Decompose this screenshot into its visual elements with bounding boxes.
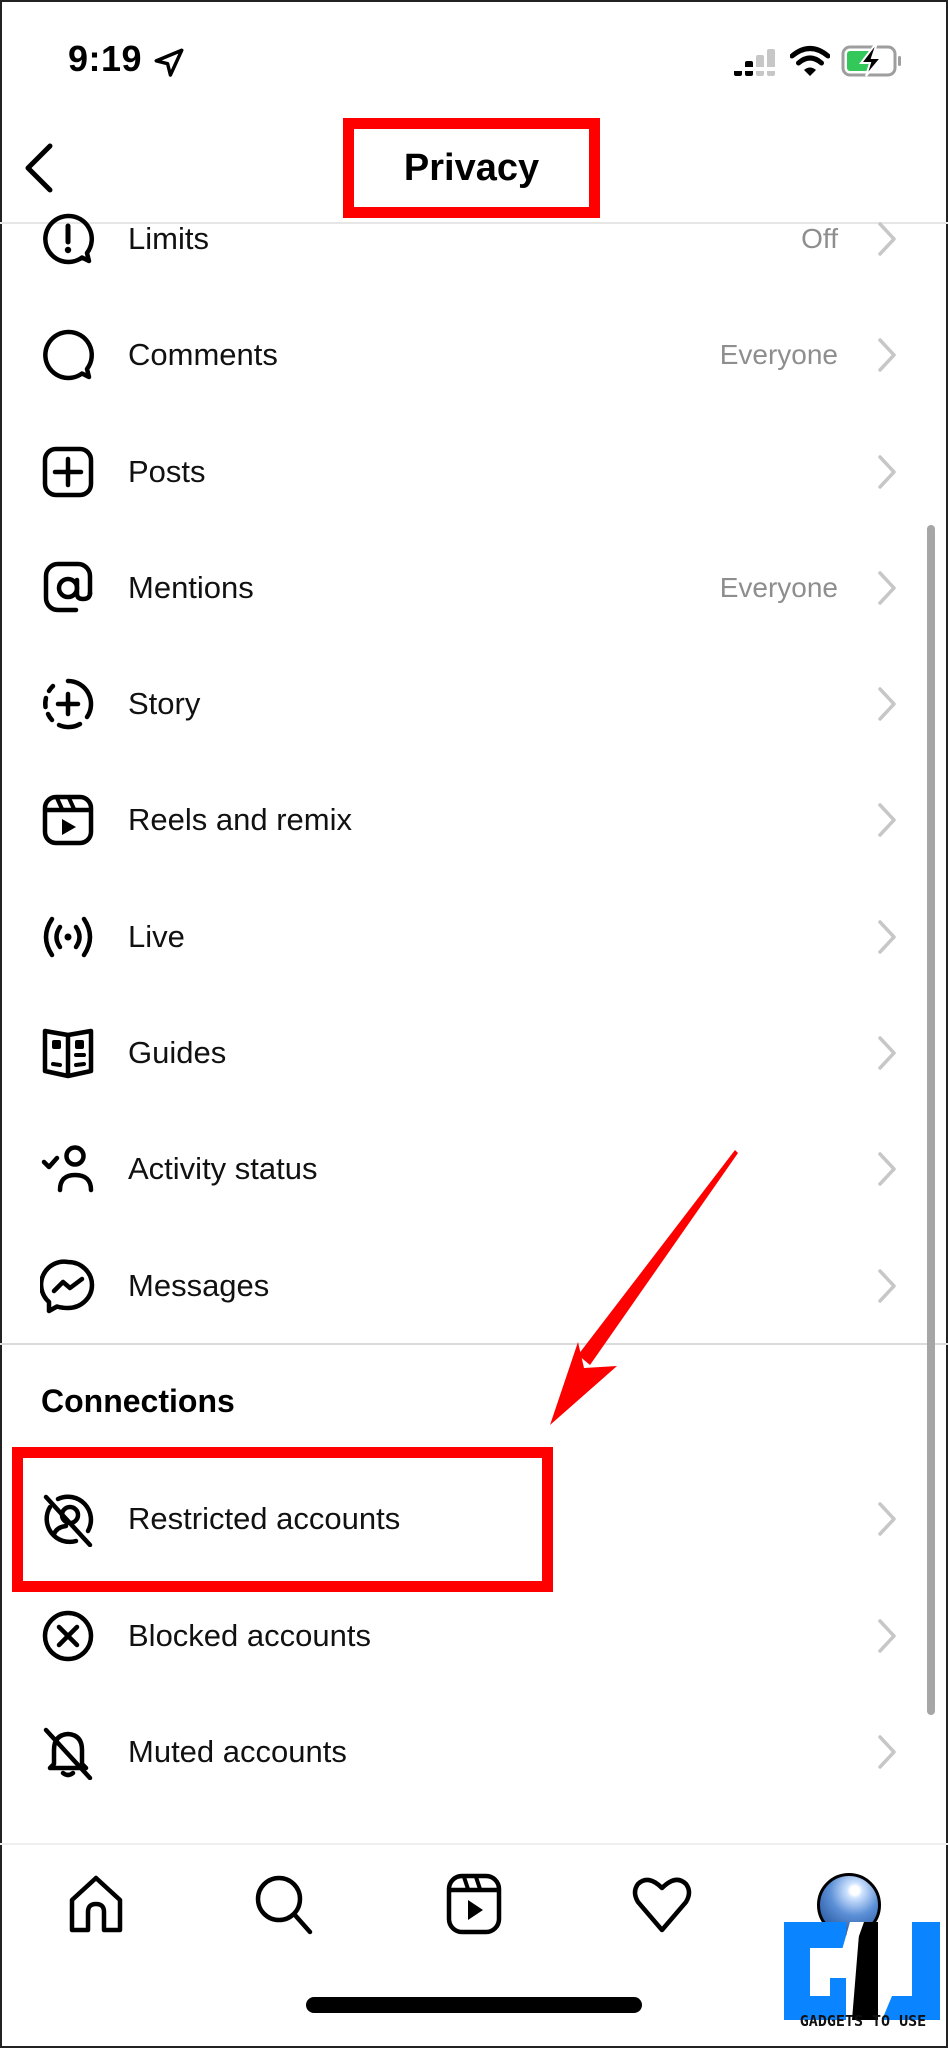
tab-bar-divider [0,1843,948,1845]
chevron-right-icon [878,1036,896,1070]
blocked-x-circle-icon [42,1610,94,1662]
row-story[interactable]: Story [0,646,920,762]
row-label: Blocked accounts [128,1618,371,1653]
cellular-signal-icon [734,49,775,76]
plus-square-icon [42,446,94,498]
row-label: Restricted accounts [128,1501,401,1536]
at-sign-icon [43,561,93,613]
watermark-text: GADGETS TO USE [799,2012,927,2030]
chevron-right-icon [878,338,896,372]
row-label: Posts [128,454,206,489]
guides-book-icon [42,1028,94,1079]
row-label: Guides [128,1035,227,1070]
reels-tab-icon[interactable] [442,1872,506,1936]
chevron-right-icon [878,222,896,256]
row-value: Off [801,223,838,254]
messenger-icon [40,1259,95,1314]
status-time: 9:19 [68,38,143,79]
row-restricted-accounts[interactable]: Restricted accounts [0,1461,920,1577]
chevron-right-icon [878,455,896,489]
row-value: Everyone [719,339,838,370]
row-live[interactable]: Live [0,879,920,995]
row-mentions[interactable]: Mentions Everyone [0,530,920,646]
row-label: Limits [128,221,209,256]
story-dashed-plus-icon [43,678,94,730]
chevron-right-icon [878,1269,896,1303]
section-divider [0,1343,948,1345]
row-reels-and-remix[interactable]: Reels and remix [0,762,920,878]
row-value: Everyone [719,572,838,603]
chevron-right-icon [878,920,896,954]
location-arrow-icon [154,48,184,77]
row-label: Messages [128,1268,270,1303]
row-label: Comments [128,337,278,372]
chevron-right-icon [878,687,896,721]
home-indicator [306,1997,642,2013]
row-blocked-accounts[interactable]: Blocked accounts [0,1578,920,1694]
activity-status-person-icon [41,1145,94,1193]
annotation-arrow-icon [550,1150,738,1425]
activity-heart-icon[interactable] [630,1872,694,1936]
row-limits[interactable]: Limits Off [0,181,920,297]
chevron-right-icon [878,1152,896,1186]
scrollbar[interactable] [927,525,935,1715]
chevron-right-icon [878,1735,896,1769]
row-guides[interactable]: Guides [0,995,920,1111]
chevron-right-icon [878,1619,896,1653]
row-label: Live [128,919,185,954]
chevron-right-icon [878,803,896,837]
chevron-right-icon [878,1502,896,1536]
limits-alert-bubble-icon [43,213,95,265]
restricted-icon [43,1494,94,1547]
wifi-icon [790,46,830,76]
section-title-connections: Connections [41,1383,235,1419]
row-posts[interactable]: Posts [0,414,920,530]
row-label: Muted accounts [128,1734,347,1769]
row-label: Story [128,686,201,721]
row-label: Activity status [128,1151,318,1186]
home-icon[interactable] [64,1872,128,1936]
chevron-right-icon [878,571,896,605]
live-broadcast-icon [43,916,93,958]
search-icon[interactable] [252,1872,316,1936]
battery-charging-icon [841,45,901,77]
row-messages[interactable]: Messages [0,1228,920,1344]
reels-icon [42,794,94,846]
comment-bubble-icon [43,329,95,381]
row-label: Reels and remix [128,802,352,837]
muted-bell-icon [43,1727,93,1780]
row-comments[interactable]: Comments Everyone [0,297,920,413]
row-activity-status[interactable]: Activity status [0,1111,920,1227]
row-muted-accounts[interactable]: Muted accounts [0,1694,920,1810]
row-label: Mentions [128,570,254,605]
